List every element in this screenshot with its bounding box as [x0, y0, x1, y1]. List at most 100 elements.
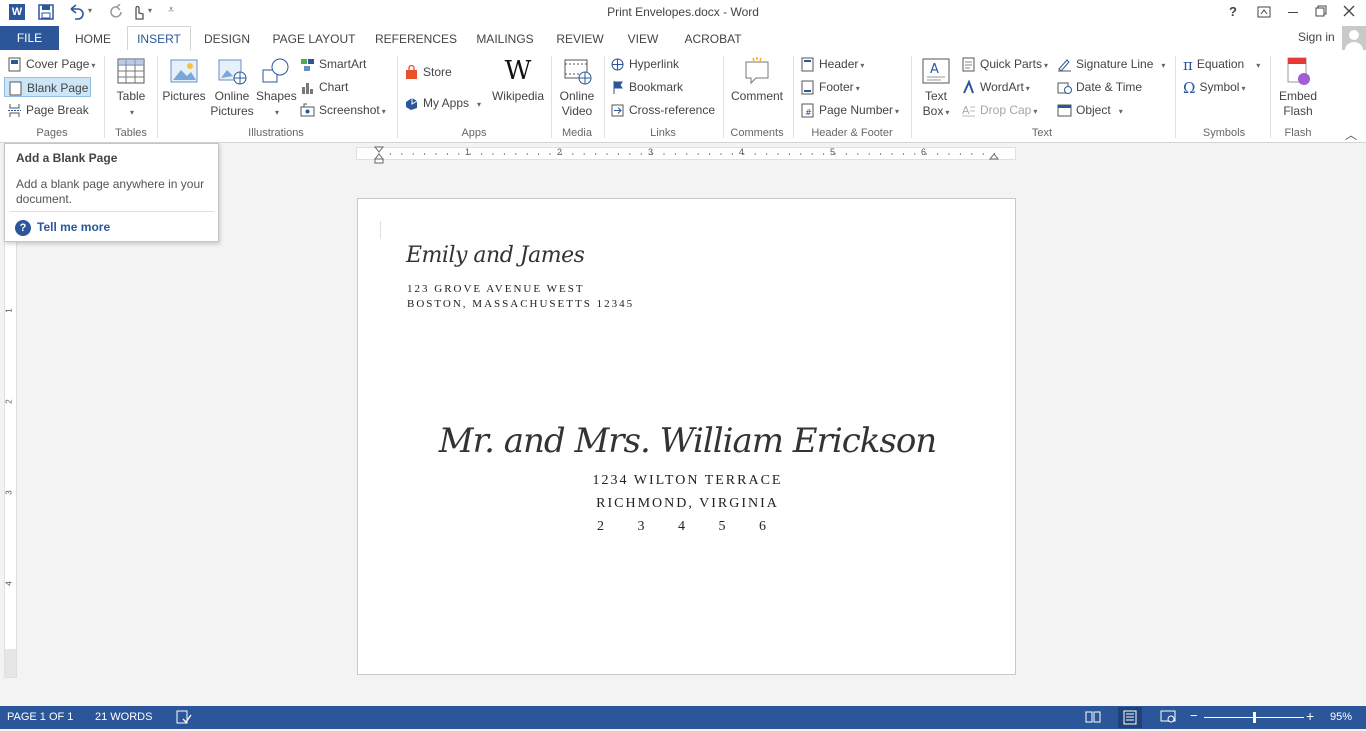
header-label: Header — [819, 57, 859, 71]
tab-home[interactable]: HOME — [66, 29, 120, 50]
undo-dropdown-icon[interactable]: ▾ — [88, 6, 92, 15]
ruler-number: 3 — [4, 490, 14, 495]
page-number-button[interactable]: # Page Number ▾ — [800, 100, 899, 120]
avatar[interactable] — [1342, 26, 1366, 50]
ruler-number: 5 — [830, 147, 836, 157]
horizontal-ruler[interactable]: 1 2 3 4 5 6 — [356, 146, 1016, 164]
customize-toolbar-icon[interactable]: ⩡ — [168, 4, 174, 17]
recipient-address-line1[interactable]: 1234 Wilton Terrace — [358, 473, 1017, 489]
envelope-page[interactable]: Emily and James 123 Grove Avenue West Bo… — [357, 198, 1016, 675]
screenshot-icon — [300, 103, 315, 117]
zoom-out-button[interactable]: − — [1190, 709, 1198, 722]
web-layout-icon[interactable] — [1160, 710, 1176, 724]
date-time-button[interactable]: Date & Time — [1057, 77, 1142, 97]
print-layout-view-button[interactable] — [1118, 707, 1142, 728]
cross-reference-button[interactable]: Cross-reference — [610, 100, 715, 120]
tell-me-more-link[interactable]: ? Tell me more — [15, 219, 110, 236]
touch-dropdown-icon[interactable]: ▾ — [148, 6, 152, 15]
online-video-button[interactable]: Online Video — [555, 56, 599, 119]
tab-acrobat[interactable]: ACROBAT — [678, 29, 748, 50]
pictures-button[interactable]: Pictures — [161, 56, 207, 104]
signature-line-button[interactable]: Signature Line ▾ — [1057, 54, 1165, 74]
sign-in-link[interactable]: Sign in — [1298, 30, 1335, 44]
omega-icon: Ω — [1183, 78, 1196, 97]
object-button[interactable]: Object ▾ — [1057, 100, 1123, 120]
minimize-button[interactable] — [1288, 12, 1298, 13]
zoom-in-button[interactable]: + — [1306, 709, 1314, 723]
recipient-address-line2[interactable]: Richmond, Virginia — [358, 496, 1017, 512]
touch-mode-icon[interactable] — [131, 3, 145, 21]
close-button[interactable] — [1343, 5, 1355, 17]
cover-page-button[interactable]: Cover Page ▾ — [7, 54, 95, 74]
blank-page-button[interactable]: Blank Page — [4, 77, 91, 97]
page-count[interactable]: PAGE 1 OF 1 — [7, 711, 73, 723]
word-count[interactable]: 21 WORDS — [95, 711, 152, 723]
shapes-button[interactable]: Shapes ▾ — [256, 56, 297, 120]
comments-group-label: Comments — [730, 127, 784, 139]
pages-group-label: Pages — [36, 127, 68, 139]
zoom-slider-thumb[interactable] — [1253, 712, 1256, 723]
help-button[interactable]: ? — [1229, 4, 1237, 19]
embed-flash-button[interactable]: Embed Flash — [1275, 56, 1321, 119]
chart-button[interactable]: Chart — [300, 77, 348, 97]
undo-icon[interactable] — [67, 4, 85, 20]
ribbon-display-options-icon[interactable] — [1257, 6, 1271, 18]
read-mode-icon[interactable] — [1085, 710, 1101, 724]
store-button[interactable]: Store — [404, 62, 452, 82]
symbol-button[interactable]: Ω Symbol ▾ — [1183, 77, 1245, 97]
bookmark-button[interactable]: Bookmark — [610, 77, 683, 97]
text-box-button[interactable]: A Text Box ▾ — [915, 56, 957, 120]
tab-review[interactable]: REVIEW — [551, 29, 609, 50]
return-name[interactable]: Emily and James — [406, 243, 585, 268]
apps-group-label: Apps — [461, 127, 487, 139]
first-line-indent-marker[interactable] — [374, 146, 384, 166]
table-button[interactable]: Table ▾ — [110, 56, 152, 120]
wordart-button[interactable]: WordArt ▾ — [961, 77, 1030, 97]
right-indent-marker[interactable] — [989, 150, 999, 160]
quick-parts-button[interactable]: Quick Parts ▾ — [961, 54, 1048, 74]
collapse-ribbon-icon[interactable]: ︿ — [1345, 126, 1357, 143]
proofing-icon[interactable] — [176, 710, 192, 724]
tab-file[interactable]: FILE — [0, 26, 59, 50]
tab-mailings[interactable]: MAILINGS — [469, 29, 541, 50]
drop-cap-button[interactable]: A Drop Cap ▾ — [961, 100, 1037, 120]
cross-reference-icon — [611, 104, 624, 117]
footer-button[interactable]: Footer ▾ — [800, 77, 860, 97]
zoom-level[interactable]: 95% — [1330, 711, 1352, 723]
ruler-number: 4 — [4, 581, 14, 586]
tab-insert[interactable]: INSERT — [127, 26, 191, 51]
tooltip-body-line1: Add a blank page anywhere in your — [16, 177, 205, 191]
wordart-icon — [963, 80, 974, 94]
online-pictures-button[interactable]: Online Pictures — [209, 56, 255, 119]
page-break-button[interactable]: Page Break — [7, 100, 89, 120]
tab-references[interactable]: REFERENCES — [372, 29, 460, 50]
help-icon: ? — [15, 219, 31, 236]
recipient-name[interactable]: Mr. and Mrs. William Erickson — [358, 421, 1017, 461]
hyperlink-button[interactable]: Hyperlink — [610, 54, 679, 74]
tab-design[interactable]: DESIGN — [198, 29, 256, 50]
smartart-button[interactable]: SmartArt — [300, 54, 366, 74]
chart-label: Chart — [319, 80, 349, 94]
comment-button[interactable]: Comment — [728, 56, 786, 104]
links-group-label: Links — [650, 127, 676, 139]
quick-parts-label: Quick Parts — [980, 57, 1043, 71]
cross-reference-label: Cross-reference — [629, 103, 716, 117]
save-icon[interactable] — [38, 4, 54, 20]
redo-icon[interactable] — [108, 4, 124, 20]
ribbon-tabs: FILE HOME INSERT DESIGN PAGE LAYOUT REFE… — [0, 26, 1366, 51]
my-apps-button[interactable]: My Apps ▾ — [404, 93, 481, 113]
wikipedia-button[interactable]: W Wikipedia — [490, 56, 546, 104]
header-button[interactable]: Header ▾ — [800, 54, 864, 74]
return-address-line2[interactable]: Boston, Massachusetts 12345 — [407, 298, 634, 310]
tab-view[interactable]: VIEW — [618, 29, 668, 50]
recipient-zip[interactable]: 2 3 4 5 6 — [358, 519, 1017, 535]
return-address-line1[interactable]: 123 Grove Avenue West — [407, 283, 585, 295]
embed-flash-label: Embed — [1278, 89, 1318, 103]
restore-button[interactable] — [1315, 5, 1327, 17]
print-layout-icon — [1123, 710, 1137, 725]
title-bar: W ▾ ▾ ⩡ Print Envelopes.docx - Word ? — [0, 0, 1366, 26]
tab-page-layout[interactable]: PAGE LAYOUT — [264, 29, 364, 50]
equation-button[interactable]: π Equation ▾ — [1183, 54, 1260, 74]
screenshot-button[interactable]: Screenshot ▾ — [300, 100, 386, 120]
bookmark-icon — [613, 81, 623, 95]
